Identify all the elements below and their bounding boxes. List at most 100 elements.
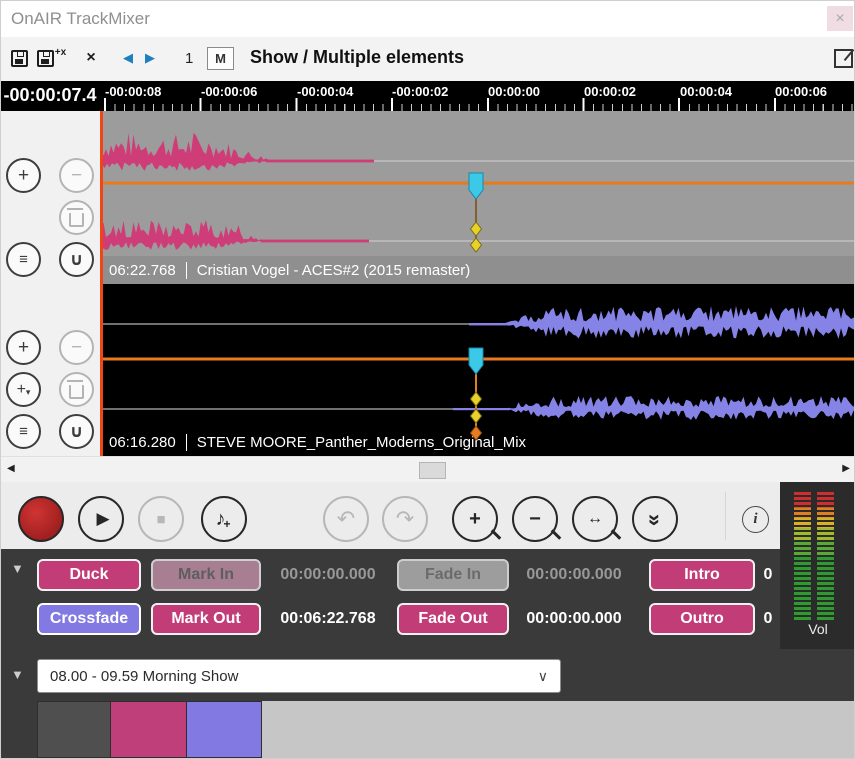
close-icon: × [835, 10, 844, 28]
show-selector[interactable]: 08.00 - 09.59 Morning Show ∨ [37, 659, 561, 693]
track1-delete-button[interactable] [59, 200, 94, 235]
track-2-title: STEVE MOORE_Panther_Moderns_Original_Mix [197, 434, 526, 451]
timeline-ruler[interactable]: -00:00:07.4 -00:00:08 -00:00:06 -00:00:0… [1, 81, 855, 111]
tick-label: 00:00:00 [488, 84, 540, 99]
mark-in-time: 00:00:00.000 [263, 559, 393, 591]
delete-icon: × [86, 49, 95, 67]
save-close-icon [37, 50, 54, 67]
collapse-playlist-button[interactable]: ▼ [11, 667, 24, 682]
track1-merge-button[interactable]: ≡ [6, 242, 41, 277]
fade-out-button[interactable]: Fade Out [397, 603, 509, 635]
prev-element-button[interactable]: ◀ [119, 45, 137, 71]
outro-button[interactable]: Outro [649, 603, 755, 635]
major-ticks [104, 98, 855, 111]
fade-in-time: 00:00:00.000 [507, 559, 641, 591]
record-button[interactable] [18, 496, 64, 542]
play-button[interactable]: ▶ [78, 496, 124, 542]
track-2-waveform-area[interactable]: 06:16.280 STEVE MOORE_Panther_Moderns_Or… [101, 284, 855, 456]
playlist-element-3[interactable] [186, 701, 262, 758]
selected-show: 08.00 - 09.59 Morning Show [50, 668, 238, 685]
vol-label: Vol [780, 621, 855, 637]
keyframe-diamond[interactable] [471, 409, 482, 423]
zoom-fit-button[interactable]: ↔ [572, 496, 618, 542]
track1-waveform-bottom [101, 220, 271, 250]
expand-all-button[interactable]: » [632, 496, 678, 542]
tick-label: 00:00:04 [680, 84, 732, 99]
timeline-scrollbar[interactable]: ◀ ▶ [1, 456, 855, 482]
page-indicator: 1 [185, 50, 193, 67]
fade-out-time: 00:00:00.000 [507, 603, 641, 635]
track2-delete-button[interactable] [59, 372, 94, 407]
track2-remove-button[interactable]: − [59, 330, 94, 365]
track1-remove-button[interactable]: − [59, 158, 94, 193]
log-edit-button[interactable] [832, 45, 854, 71]
label-divider [186, 262, 187, 279]
track2-add-button[interactable]: + [6, 330, 41, 365]
track2-loop-button[interactable]: ∪ [59, 414, 94, 449]
crossfade-button[interactable]: Crossfade [37, 603, 141, 635]
zoom-in-button[interactable]: + [452, 496, 498, 542]
volume-automation-line[interactable] [101, 358, 855, 361]
playlist-element-2[interactable] [110, 701, 187, 758]
intro-button[interactable]: Intro [649, 559, 755, 591]
vu-meter-left [794, 492, 811, 620]
mark-out-button[interactable]: Mark Out [151, 603, 261, 635]
playlist-overview[interactable] [37, 701, 855, 758]
collapse-editor-button[interactable]: ▼ [11, 561, 24, 576]
cue-marker[interactable] [469, 348, 483, 374]
prev-icon: ◀ [123, 50, 133, 66]
marker-mode-button[interactable]: M [207, 47, 234, 70]
play-icon: ▶ [92, 509, 109, 529]
save-close-button[interactable]: +x [34, 45, 68, 71]
undo-icon: ↶ [337, 506, 355, 532]
track-2-label: 06:16.280 STEVE MOORE_Panther_Moderns_Or… [101, 428, 855, 456]
ruler-scale[interactable]: -00:00:08 -00:00:06 -00:00:04 -00:00:02 … [101, 81, 855, 111]
save-close-label: +x [55, 47, 66, 58]
volume-automation-line[interactable] [101, 182, 855, 185]
editor-panel: ▼ Duck Mark In 00:00:00.000 Fade In 00:0… [1, 549, 780, 649]
keyframe-diamond[interactable] [471, 222, 482, 236]
track-1-waveform-area[interactable]: 06:22.768 Cristian Vogel - ACES#2 (2015 … [101, 111, 855, 284]
scrollbar-thumb[interactable] [419, 462, 446, 479]
edit-icon [834, 49, 853, 68]
save-button[interactable] [7, 45, 31, 71]
track-1-duration: 06:22.768 [109, 262, 176, 279]
duck-button[interactable]: Duck [37, 559, 141, 591]
double-chevron-down-icon: » [642, 514, 668, 524]
window-close-button[interactable]: × [827, 6, 853, 31]
track-1-title: Cristian Vogel - ACES#2 (2015 remaster) [197, 262, 470, 279]
track1-waveform-tail [266, 160, 374, 163]
add-element-button[interactable]: ♪+ [201, 496, 247, 542]
redo-button[interactable]: ↷ [382, 496, 428, 542]
keyframe-diamond[interactable] [471, 238, 482, 252]
undo-button[interactable]: ↶ [323, 496, 369, 542]
mark-out-time: 00:06:22.768 [263, 603, 393, 635]
window-title: OnAIR TrackMixer [11, 9, 150, 29]
stop-button[interactable]: ■ [138, 496, 184, 542]
tick-label: 00:00:02 [584, 84, 636, 99]
track1-loop-button[interactable]: ∪ [59, 242, 94, 277]
scroll-left-arrow[interactable]: ◀ [7, 463, 15, 474]
fade-in-button[interactable]: Fade In [397, 559, 509, 591]
tick-label: -00:00:02 [392, 84, 448, 99]
track1-waveform-top [101, 133, 277, 171]
track1-add-button[interactable]: + [6, 158, 41, 193]
info-button[interactable]: i [742, 506, 769, 533]
tick-label: -00:00:08 [105, 84, 161, 99]
zoom-out-button[interactable]: − [512, 496, 558, 542]
keyframe-diamond[interactable] [471, 392, 482, 406]
delete-button[interactable]: × [81, 45, 101, 71]
playhead-line [100, 111, 103, 456]
plus-icon: + [223, 517, 230, 531]
mark-in-button[interactable]: Mark In [151, 559, 261, 591]
track-controls-sidebar: + − ≡ ∪ + − +▾ ≡ ∪ [1, 111, 101, 456]
playlist-element-1[interactable] [37, 701, 111, 758]
scroll-right-arrow[interactable]: ▶ [842, 463, 850, 474]
track2-add-dropdown-button[interactable]: +▾ [6, 372, 41, 407]
vu-meter-right [817, 492, 834, 620]
main-toolbar: +x × ◀ ▶ 1 M Show / Multiple elements [1, 37, 855, 81]
track2-merge-button[interactable]: ≡ [6, 414, 41, 449]
cue-marker[interactable] [469, 173, 483, 199]
tick-label: 00:00:06 [775, 84, 827, 99]
next-element-button[interactable]: ▶ [141, 45, 159, 71]
